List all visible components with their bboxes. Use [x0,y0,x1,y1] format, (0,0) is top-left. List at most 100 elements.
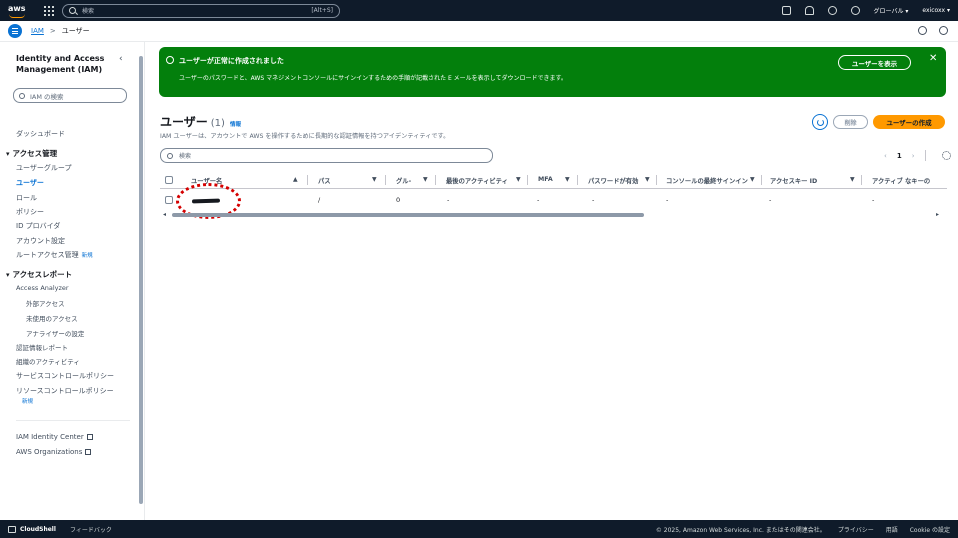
column-divider[interactable] [527,175,528,185]
page-title-text: ユーザー [160,115,208,129]
scroll-left-arrow[interactable]: ◂ [163,211,166,218]
search-icon [69,7,76,14]
sidebar-item-root-access[interactable]: ルートアクセス管理 新規 [16,250,93,260]
sidebar-item-credential-report[interactable]: 認証情報レポート [16,342,68,352]
column-divider[interactable] [656,175,657,185]
sidebar-item-org-activity[interactable]: 組織のアクティビティ [16,356,80,366]
table-search-input[interactable]: 検索 [160,148,493,163]
breadcrumb-iam-link[interactable]: IAM [31,27,44,35]
column-header-groups[interactable]: グル- [396,176,422,185]
sidebar-section-access-reports[interactable]: アクセスレポート [6,269,73,280]
cloudshell-icon[interactable] [781,6,791,15]
global-search-input[interactable]: 検索 [Alt+S] [62,3,340,18]
column-header-password-age[interactable]: パスワードが有効 [588,176,640,185]
new-badge: 新規 [22,397,33,405]
column-header-access-key-id[interactable]: アクセスキー ID [770,176,850,185]
sidebar-item-access-analyzer[interactable]: Access Analyzer [16,284,69,292]
delete-button[interactable]: 削除 [833,115,868,129]
column-header-active-key-age[interactable]: アクティブ なキーの [872,176,947,185]
scroll-right-arrow[interactable]: ▸ [936,211,939,218]
sidebar-item-label: AWS Organizations [16,448,83,456]
sidebar-item-label: ルートアクセス管理 [16,251,79,259]
sort-icon[interactable]: ▼ [423,176,428,183]
sort-icon[interactable]: ▼ [750,176,755,183]
breadcrumb-separator: > [49,27,56,35]
sidebar-item-label: IAM Identity Center [16,433,84,441]
page-number[interactable]: 1 [897,152,902,160]
column-header-path[interactable]: パス [318,176,358,185]
cell-console-signin: - [666,196,669,204]
preferences-icon[interactable] [939,26,948,35]
sidebar-title: Identity and Access Management (IAM) [16,54,105,74]
sort-icon[interactable]: ▼ [565,176,570,183]
sort-icon[interactable]: ▼ [850,176,855,183]
sidebar-item-policies[interactable]: ポリシー [16,207,44,217]
column-divider[interactable] [861,175,862,185]
sidebar-item-analyzer-settings[interactable]: アナライザーの設定 [26,328,84,338]
cell-active-key-age: - [872,196,875,204]
sort-icon[interactable]: ▼ [372,176,377,183]
sidebar-item-dashboard[interactable]: ダッシュボード [16,129,65,139]
next-page-button[interactable]: › [912,152,915,160]
info-icon[interactable] [918,26,927,35]
services-grid-icon[interactable] [44,5,54,16]
pagination: ‹ 1 › [884,150,951,161]
notifications-icon[interactable] [804,6,814,15]
column-header-console-last-signin[interactable]: コンソールの最終サインイン [666,176,750,185]
sidebar-section-access-management[interactable]: アクセス管理 [6,148,58,159]
view-user-button[interactable]: ユーザーを表示 [838,55,911,70]
terms-link[interactable]: 用語 [886,525,898,534]
column-header-mfa[interactable]: MFA [538,176,562,183]
info-link[interactable]: 情報 [230,122,241,128]
table-settings-gear-icon[interactable] [941,151,951,160]
sidebar-item-user-groups[interactable]: ユーザーグループ [16,163,71,173]
column-header-last-activity[interactable]: 最後のアクティビティ [446,176,510,185]
side-navigation: Identity and Access Management (IAM) ‹ I… [0,42,145,520]
refresh-button[interactable] [812,114,828,130]
sort-icon[interactable]: ▼ [645,176,650,183]
column-divider[interactable] [307,175,308,185]
select-all-checkbox[interactable] [165,176,173,184]
cloudshell-link[interactable]: CloudShell [20,526,56,533]
sidebar-item-identity-providers[interactable]: ID プロバイダ [16,221,60,231]
row-checkbox[interactable] [165,196,173,204]
aws-logo[interactable]: aws [8,4,30,18]
sidebar-divider [16,420,130,421]
cookie-settings-link[interactable]: Cookie の設定 [910,525,950,534]
sidebar-item-scp[interactable]: サービスコントロールポリシー [16,371,114,381]
cloudshell-icon[interactable] [8,525,16,533]
account-menu[interactable]: exicoxx ▾ [922,7,950,14]
feedback-link[interactable]: フィードバック [70,525,112,534]
cell-last-activity: - [447,196,450,204]
region-selector[interactable]: グローバル ▾ [874,6,909,15]
sidebar-item-unused-access[interactable]: 未使用のアクセス [26,313,78,323]
success-flashbar: ユーザーが正常に作成されました ユーザーのパスワードと、AWS マネジメントコン… [159,47,946,97]
sidebar-item-rcp[interactable]: リソースコントロールポリシー [16,386,114,396]
sidebar-close-icon[interactable]: ‹ [119,54,123,64]
sort-ascending-icon[interactable]: ▲ [293,176,298,183]
navigation-menu-button[interactable] [8,24,22,38]
sidebar-search-input[interactable]: IAM の検索 [13,88,127,103]
horizontal-scrollbar[interactable] [172,213,644,217]
privacy-link[interactable]: プライバシー [838,525,874,534]
page-description: IAM ユーザーは、アカウントで AWS を操作するために長期的な認証情報を持つ… [160,133,450,140]
prev-page-button[interactable]: ‹ [884,152,887,160]
sidebar-link-identity-center[interactable]: IAM Identity Center [16,433,93,441]
page-title: ユーザー (1) 情報 [160,113,241,130]
sidebar-item-roles[interactable]: ロール [16,193,37,203]
column-divider[interactable] [577,175,578,185]
column-divider[interactable] [435,175,436,185]
column-divider[interactable] [385,175,386,185]
sidebar-item-account-settings[interactable]: アカウント設定 [16,236,65,246]
sidebar-link-organizations[interactable]: AWS Organizations [16,448,92,456]
sort-icon[interactable]: ▼ [516,176,521,183]
create-user-button[interactable]: ユーザーの作成 [873,115,945,129]
sidebar-scrollbar[interactable] [139,56,143,504]
close-icon[interactable]: ✕ [929,53,937,64]
column-divider[interactable] [761,175,762,185]
sidebar-item-users[interactable]: ユーザー [16,178,44,188]
help-icon[interactable] [827,6,837,15]
table-row[interactable]: / 0 - - - - - - [160,190,947,210]
sidebar-item-external-access[interactable]: 外部アクセス [26,298,65,308]
settings-gear-icon[interactable] [850,6,860,15]
